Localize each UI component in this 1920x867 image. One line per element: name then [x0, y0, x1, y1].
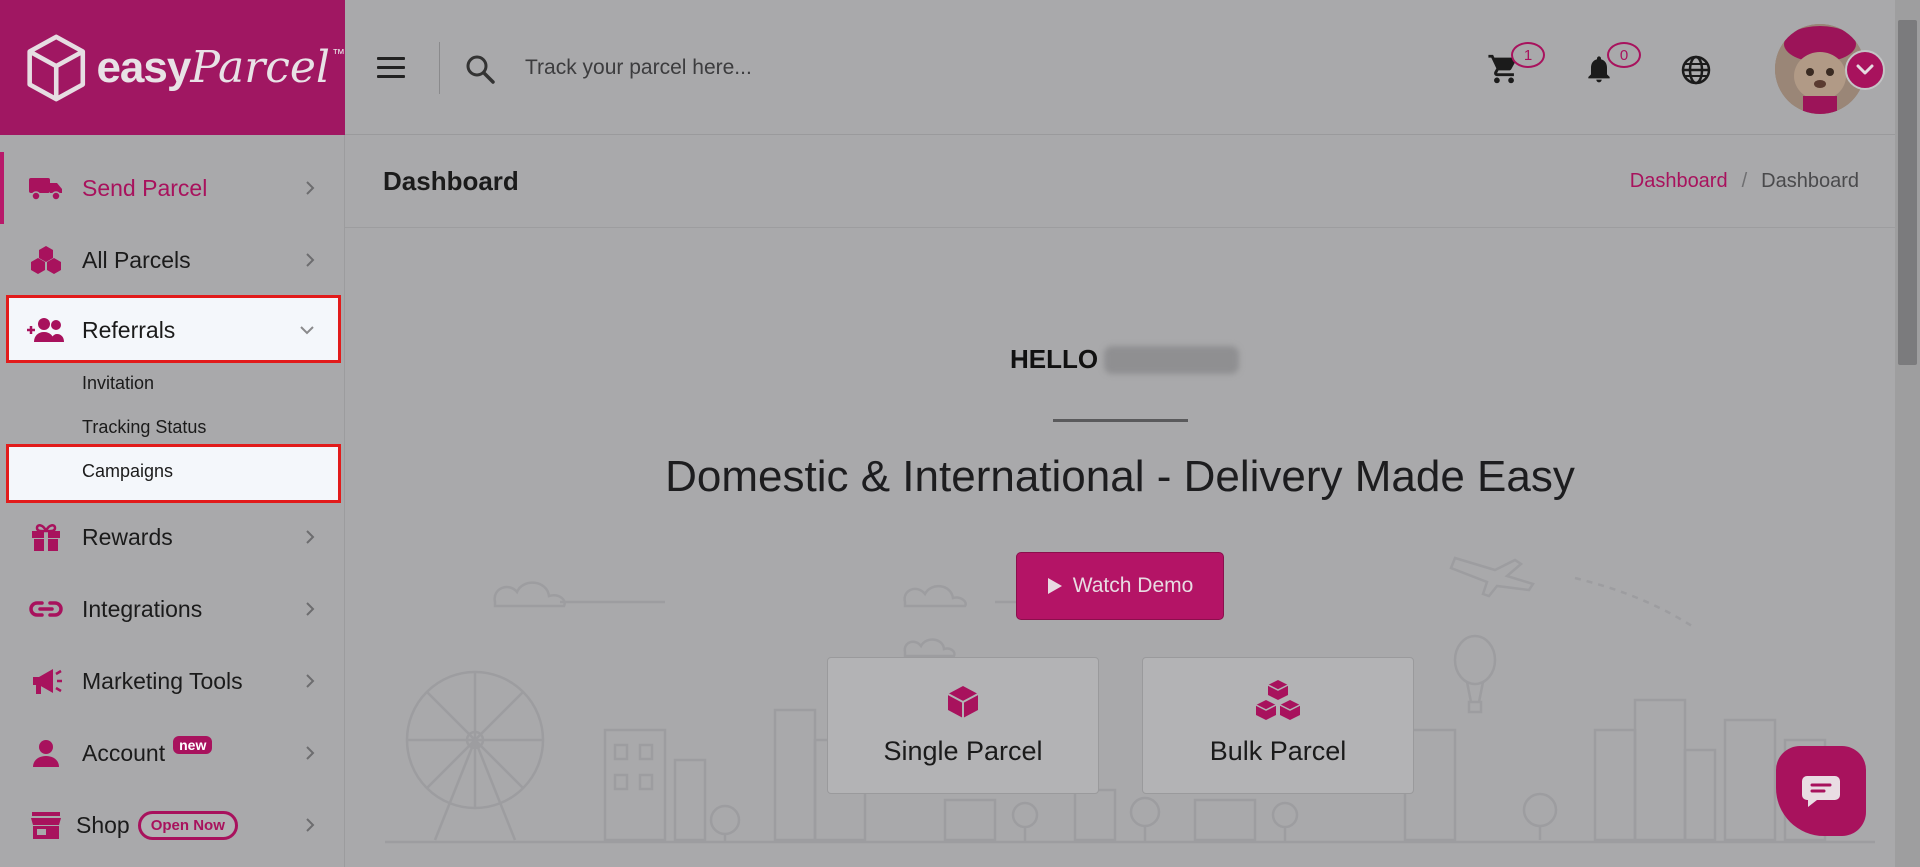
chevron-right-icon [306, 530, 315, 544]
user-menu-dropdown[interactable] [1845, 50, 1885, 90]
sidebar-subitem-campaigns[interactable]: Campaigns [82, 461, 173, 482]
header-divider [439, 42, 440, 94]
breadcrumb: Dashboard / Dashboard [1630, 170, 1859, 193]
brand-trademark: ™ [332, 46, 345, 61]
chevron-right-icon [306, 181, 315, 195]
breadcrumb-current: Dashboard [1761, 170, 1859, 192]
hero-tagline: Domestic & International - Delivery Made… [665, 452, 1575, 501]
brand-wordmark: easy Parcel ™ [96, 42, 345, 93]
sidebar-subitem-campaigns-highlight [6, 444, 341, 503]
scrollbar-thumb[interactable] [1898, 20, 1917, 365]
menu-toggle-icon[interactable] [377, 57, 405, 79]
megaphone-icon [26, 667, 66, 695]
cart-count-badge: 1 [1511, 42, 1545, 68]
chevron-right-icon [306, 602, 315, 616]
link-icon [26, 600, 66, 618]
sidebar-item-label: Account [82, 739, 166, 766]
sidebar-item-label: All Parcels [82, 246, 191, 273]
notification-count-badge: 0 [1607, 42, 1641, 68]
chevron-down-icon [1856, 64, 1874, 75]
chevron-right-icon [306, 746, 315, 760]
brand-logo[interactable]: easy Parcel ™ [0, 0, 345, 135]
sidebar-item-rewards[interactable]: Rewards [0, 504, 345, 570]
bulk-parcel-label: Bulk Parcel [1209, 736, 1347, 766]
bulk-boxes-icon [1255, 680, 1301, 720]
live-chat-button[interactable] [1776, 746, 1866, 836]
greeting: HELLO [1010, 344, 1240, 375]
bulk-parcel-card[interactable]: Bulk Parcel [1142, 657, 1414, 794]
search-icon [466, 55, 495, 84]
users-plus-icon [26, 317, 66, 343]
truck-icon [26, 175, 66, 201]
blurred-username [1104, 345, 1240, 374]
page-title: Dashboard [383, 166, 519, 196]
sidebar-item-account[interactable]: Account new [0, 720, 345, 786]
page-header: Dashboard Dashboard / Dashboard [345, 136, 1895, 228]
store-icon [26, 811, 66, 839]
play-icon [1047, 578, 1062, 594]
sidebar-item-label: Referrals [82, 316, 176, 343]
breadcrumb-separator: / [1741, 170, 1748, 192]
single-parcel-label: Single Parcel [883, 736, 1043, 766]
sidebar-subitem-tracking-status[interactable]: Tracking Status [82, 417, 206, 438]
brand-parcel-text: Parcel [190, 42, 330, 93]
cart-button[interactable]: 1 [1487, 42, 1545, 91]
sidebar-item-referrals[interactable]: Referrals [0, 299, 345, 361]
gift-icon [26, 522, 66, 552]
open-now-badge: Open Now [137, 810, 238, 840]
chevron-right-icon [306, 253, 315, 267]
language-button[interactable] [1680, 54, 1712, 91]
greeting-text: HELLO [1010, 344, 1099, 374]
sidebar-item-label: Rewards [82, 523, 173, 550]
chevron-down-icon [300, 326, 314, 335]
sidebar-item-shop[interactable]: Shop Open Now [0, 792, 345, 858]
track-parcel-input[interactable] [525, 48, 1125, 88]
sidebar-item-send-parcel[interactable]: Send Parcel [0, 155, 345, 221]
notifications-button[interactable]: 0 [1583, 42, 1641, 91]
sidebar-item-label: Marketing Tools [82, 667, 243, 694]
chevron-right-icon [306, 818, 315, 832]
chat-icon [1802, 776, 1840, 807]
sidebar-item-label: Shop [76, 811, 130, 838]
single-box-icon [947, 686, 979, 718]
new-badge: new [173, 736, 213, 754]
sidebar-item-label: Integrations [82, 595, 203, 622]
sidebar-item-integrations[interactable]: Integrations [0, 576, 345, 642]
cube-logo-icon [27, 34, 86, 101]
brand-easy-text: easy [96, 43, 191, 92]
boxes-icon [26, 245, 66, 275]
globe-icon [1681, 55, 1711, 85]
breadcrumb-link-dashboard[interactable]: Dashboard [1630, 170, 1728, 193]
chevron-right-icon [306, 674, 315, 688]
top-bar: 1 0 [345, 0, 1895, 135]
single-parcel-card[interactable]: Single Parcel [827, 657, 1099, 794]
user-icon [26, 739, 66, 767]
sidebar-subitem-invitation[interactable]: Invitation [82, 373, 154, 394]
watch-demo-label: Watch Demo [1072, 574, 1194, 597]
sidebar-item-marketing-tools[interactable]: Marketing Tools [0, 648, 345, 714]
greeting-divider [1053, 419, 1188, 422]
sidebar-item-all-parcels[interactable]: All Parcels [0, 227, 345, 293]
sidebar-item-label: Send Parcel [82, 174, 208, 201]
watch-demo-button[interactable]: Watch Demo [1016, 552, 1224, 620]
